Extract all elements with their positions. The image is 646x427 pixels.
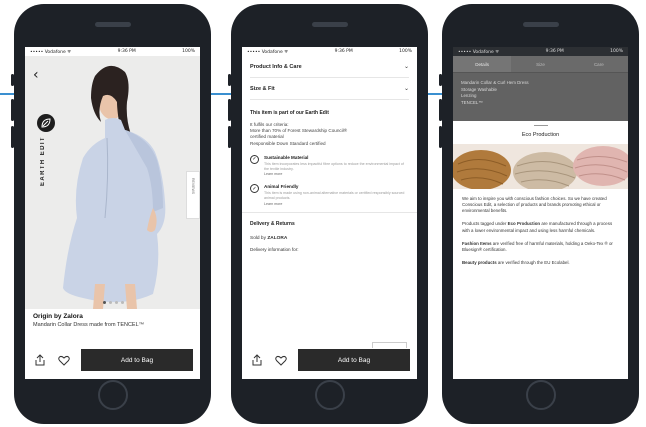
speaker (311, 22, 348, 27)
tab-size[interactable]: Size (511, 56, 569, 72)
home-button[interactable] (525, 380, 556, 410)
earth-edit-heading: This item is part of our Earth Edit (250, 110, 329, 116)
feature-sustainable: ✓ Sustainable Material This item incorpo… (250, 154, 409, 176)
sold-by: Sold by ZALORA (250, 236, 288, 242)
speaker (522, 22, 559, 27)
leaf-badge-icon (37, 114, 55, 132)
paw-icon: ✓ (250, 184, 259, 194)
eco-paragraph: Products tagged under Eco Production are… (462, 221, 613, 233)
status-bar: ••••• Vodafone ᯤ 9:36 PM 100% (247, 49, 412, 55)
beauty-paragraph: Beauty products are verified through the… (462, 260, 570, 266)
share-icon[interactable] (250, 353, 264, 367)
carousel-dots[interactable] (103, 301, 124, 304)
accordion-size-fit[interactable]: Size & Fit ⌄ (250, 78, 409, 100)
feature-animal-friendly: ✓ Animal Friendly This item is made usin… (250, 184, 409, 206)
product-image[interactable]: ‹ EARTH EDIT REVIEWS (25, 56, 200, 309)
model-photo (63, 65, 166, 309)
phone-eco-production: ••••• Vodafone ᯤ 9:36 PM 100% Details Si… (439, 4, 639, 424)
phone-product-details: ••••• Vodafone ᯤ 9:36 PM 100% Product In… (228, 4, 428, 424)
heart-icon[interactable] (274, 353, 288, 367)
brand-name[interactable]: Origin by Zalora (33, 313, 194, 320)
details-content: Product Info & Care ⌄ Size & Fit ⌄ This … (242, 56, 417, 379)
reviews-tab[interactable]: REVIEWS (186, 171, 200, 219)
share-icon[interactable] (33, 353, 47, 367)
tab-care[interactable]: Care (570, 56, 628, 72)
intro-paragraph: We aim to inspire you with conscious fas… (462, 196, 607, 214)
earth-edit-label: EARTH EDIT (40, 136, 46, 186)
eco-production-sheet: Eco Production We aim to inspire you wit… (453, 121, 628, 379)
criteria-list: It fulfils our criteria: More than 70% o… (250, 122, 348, 146)
add-to-bag-button[interactable]: Add to Bag (81, 349, 193, 371)
sheet-title: Eco Production (521, 132, 560, 138)
accordion-product-info[interactable]: Product Info & Care ⌄ (250, 56, 409, 78)
sheet-handle[interactable] (533, 125, 548, 128)
screen: ••••• Vodafone ᯤ 9:36 PM 100% ‹ EARTH ED… (25, 47, 200, 379)
tab-details[interactable]: Details (453, 56, 512, 72)
status-bar: ••••• Vodafone ᯤ 9:36 PM 100% (30, 49, 195, 55)
learn-more-link[interactable]: Learn more (264, 202, 409, 206)
home-button[interactable] (97, 380, 128, 410)
screen: ••••• Vodafone ᯤ 9:36 PM 100% Product In… (242, 47, 417, 379)
location-select[interactable] (372, 342, 407, 348)
chevron-down-icon: ⌄ (403, 85, 409, 92)
leaf-icon: ✓ (250, 154, 259, 164)
fashion-paragraph: Fashion Items are verified free of harmf… (462, 240, 613, 252)
delivery-heading: Delivery & Returns (250, 221, 295, 228)
action-bar: Add to Bag (250, 349, 410, 371)
back-chevron-icon[interactable]: ‹ (33, 68, 39, 82)
screen: ••••• Vodafone ᯤ 9:36 PM 100% Details Si… (453, 47, 628, 379)
heart-icon[interactable] (57, 353, 71, 367)
action-bar: Add to Bag (33, 349, 193, 371)
speaker (94, 22, 131, 27)
product-name: Mandarin Collar Dress made from TENCEL™ (33, 322, 145, 328)
yarn-photo (453, 144, 628, 189)
learn-more-link[interactable]: Learn more (264, 172, 409, 176)
status-bar: ••••• Vodafone ᯤ 9:36 PM 100% (453, 47, 628, 56)
yarn-image (453, 144, 628, 189)
detail-tabs: Details Size Care (453, 56, 628, 73)
chevron-down-icon: ⌄ (403, 63, 409, 70)
phone-product-page: ••••• Vodafone ᯤ 9:36 PM 100% ‹ EARTH ED… (11, 4, 211, 424)
details-list: Mandarin Collar & Curl Hem Dress Storage… (461, 80, 529, 105)
delivery-info: Delivery information for: (250, 247, 299, 253)
add-to-bag-button[interactable]: Add to Bag (298, 349, 410, 371)
home-button[interactable] (314, 380, 345, 410)
product-info: Origin by Zalora Mandarin Collar Dress m… (33, 313, 194, 328)
connector-line-right (428, 93, 442, 95)
connector-line-left (0, 93, 14, 95)
